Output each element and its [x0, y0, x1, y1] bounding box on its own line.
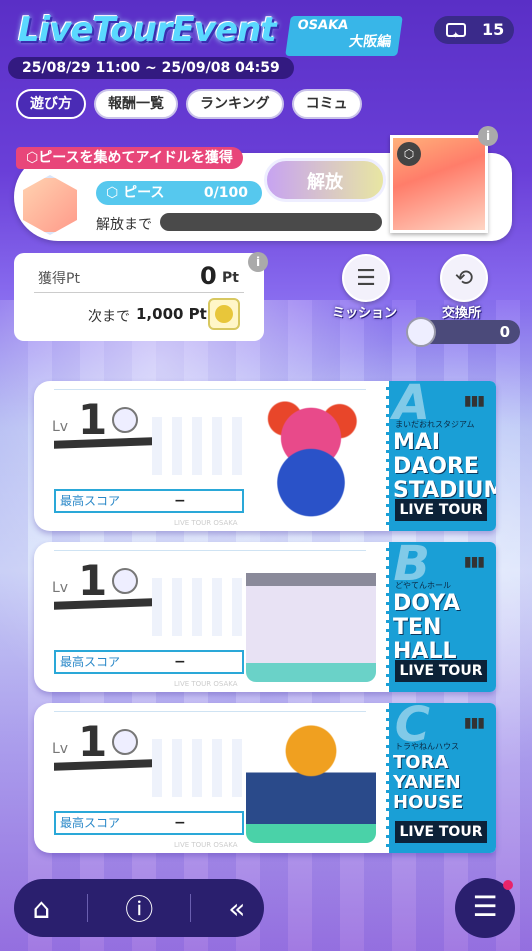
peg-icon: ▮▮▮: [463, 554, 485, 570]
peg-icon: ▮▮▮: [463, 715, 485, 731]
live-tour-tag: LIVE TOUR: [395, 499, 487, 521]
divider: [54, 389, 366, 390]
piece-counter: ⬡ ピース 0/100: [96, 181, 262, 205]
live-tour-tag: LIVE TOUR: [395, 821, 487, 843]
divider: [54, 550, 366, 551]
venue-stub: C ▮▮▮ トラやねんハウス TORA YANEN HOUSE LIVE TOU…: [386, 703, 496, 853]
level-label: Lv: [52, 580, 69, 596]
exchange-label: 交換所: [442, 306, 482, 321]
high-score-value: −: [174, 815, 186, 831]
ticket-decoration: [152, 739, 242, 797]
info-icon[interactable]: i: [478, 126, 498, 146]
venue-card-b[interactable]: Lv 1 最高スコア − LIVE TOUR OSAKA B ▮▮▮ どやてんホー…: [34, 542, 496, 692]
high-score-box: 最高スコア −: [54, 650, 244, 674]
divider: [87, 894, 89, 922]
divider: [190, 894, 192, 922]
venue-subtitle: どやてんホール: [395, 581, 451, 590]
venue-subtitle: トラやねんハウス: [395, 742, 459, 751]
help-icon[interactable]: ⓘ: [125, 888, 153, 928]
venue-card-a[interactable]: Lv 1 最高スコア − LIVE TOUR OSAKA A ▮▮▮ まいだおれス…: [34, 381, 496, 531]
exchange-button[interactable]: ⟲: [440, 254, 488, 302]
venue-stub: B ▮▮▮ どやてんホール DOYA TEN HALL LIVE TOUR: [386, 542, 496, 692]
peg-icon: ▮▮▮: [463, 393, 485, 409]
level-label: Lv: [52, 419, 69, 435]
divider: [54, 711, 366, 712]
high-score-value: −: [174, 493, 186, 509]
venue-card-c[interactable]: Lv 1 最高スコア − LIVE TOUR OSAKA C ▮▮▮ トラやねんハ…: [34, 703, 496, 853]
level-bar: [54, 759, 152, 771]
level-bar: [54, 437, 152, 449]
item-counter: 0: [406, 317, 520, 347]
mission-label: ミッション: [332, 306, 398, 321]
item-icon: [406, 317, 436, 347]
tab-bar: 遊び方 報酬一覧 ランキング コミュ: [16, 89, 362, 119]
level-value: 1: [78, 395, 108, 444]
tab-commu[interactable]: コミュ: [291, 89, 362, 119]
tab-ranking[interactable]: ランキング: [186, 89, 284, 119]
points-info-icon[interactable]: i: [248, 252, 268, 272]
idol-card[interactable]: ⬡: [390, 135, 488, 233]
points-value: 0: [200, 262, 217, 290]
level-value: 1: [78, 717, 108, 766]
rank-icon: [112, 407, 138, 433]
unlock-label: 解放まで: [96, 217, 152, 233]
bottom-nav: ⌂ ⓘ «: [14, 879, 264, 937]
divider: [34, 292, 244, 293]
tab-rewards[interactable]: 報酬一覧: [94, 89, 178, 119]
piece-icon: ⬡: [397, 142, 421, 166]
points-label: 獲得Pt: [38, 271, 80, 287]
rank-icon: [112, 568, 138, 594]
high-score-box: 最高スコア −: [54, 489, 244, 513]
unlock-button[interactable]: 解放: [264, 158, 386, 202]
venue-name: DOYA TEN HALL: [393, 591, 461, 664]
points-unit: Pt: [222, 270, 239, 286]
level-label: Lv: [52, 741, 69, 757]
piece-heading: ⬡ピースを集めてアイドルを獲得: [16, 147, 243, 169]
level-value: 1: [78, 556, 108, 605]
tab-how-to-play[interactable]: 遊び方: [16, 89, 86, 119]
unlock-progress-bar: [160, 213, 382, 231]
venue-subtitle: まいだおれスタジアム: [395, 420, 475, 429]
coin-icon: [208, 298, 240, 330]
hall-image: [246, 554, 376, 682]
home-icon[interactable]: ⌂: [33, 892, 51, 925]
ticket-count: 15: [482, 20, 505, 39]
venue-name: MAI DAORE STADIUM: [393, 430, 496, 503]
footer-text: LIVE TOUR OSAKA: [174, 680, 238, 688]
venue-name: TORA YANEN HOUSE: [393, 752, 464, 813]
ticket-decoration: [152, 417, 242, 475]
high-score-box: 最高スコア −: [54, 811, 244, 835]
footer-text: LIVE TOUR OSAKA: [174, 841, 238, 849]
rank-icon: [112, 729, 138, 755]
menu-button[interactable]: ☰: [455, 878, 515, 938]
area-en: OSAKA: [296, 18, 350, 33]
live-tour-tag: LIVE TOUR: [395, 660, 487, 682]
stadium-image: [246, 393, 376, 521]
area-ja: 大阪編: [348, 34, 393, 50]
house-image: [246, 715, 376, 843]
next-value: 1,000 Pt: [136, 305, 207, 323]
footer-text: LIVE TOUR OSAKA: [174, 519, 238, 527]
next-label: 次まで: [88, 309, 130, 325]
back-icon[interactable]: «: [228, 892, 245, 925]
ticket-icon: [446, 22, 466, 50]
event-period: 25/08/29 11:00 ~ 25/09/08 04:59: [8, 57, 294, 79]
level-bar: [54, 598, 152, 610]
piece-label: ピース: [123, 185, 165, 201]
ticket-counter: 15: [434, 16, 514, 50]
ticket-decoration: [152, 578, 242, 636]
mission-button[interactable]: ☰: [342, 254, 390, 302]
piece-count: 0/100: [203, 185, 248, 201]
event-title: LiveTourEvent: [18, 10, 277, 50]
high-score-value: −: [174, 654, 186, 670]
area-badge: OSAKA 大阪編: [285, 16, 403, 56]
notification-dot: [503, 880, 513, 890]
venue-stub: A ▮▮▮ まいだおれスタジアム MAI DAORE STADIUM LIVE …: [386, 381, 496, 531]
